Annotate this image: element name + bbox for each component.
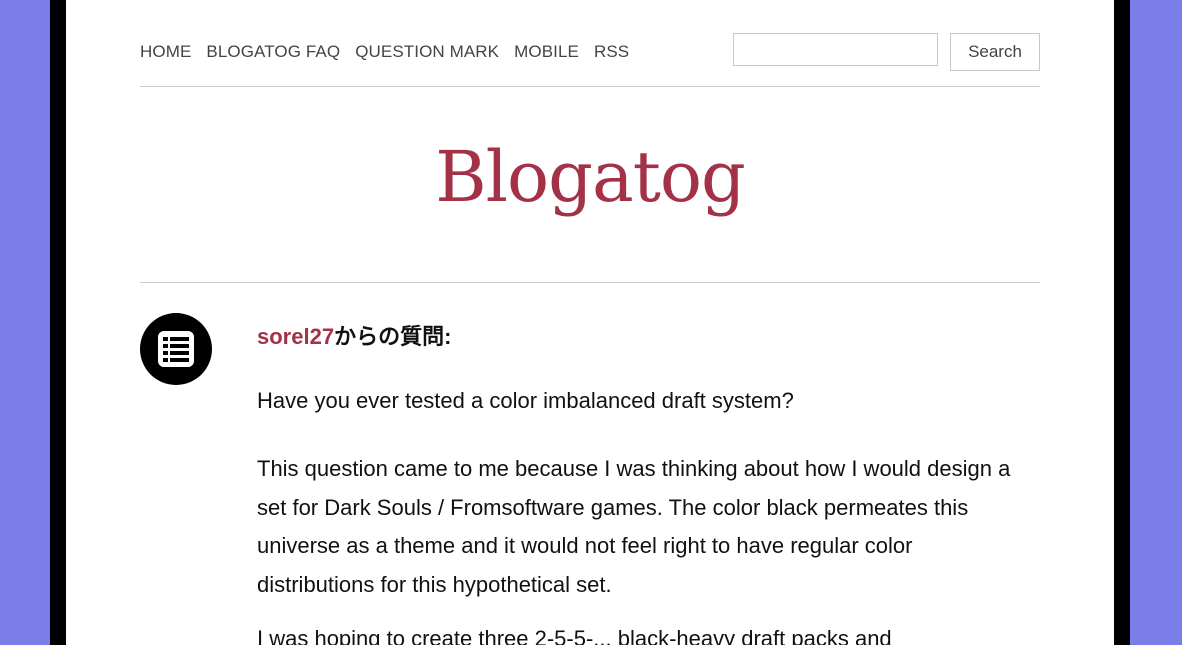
question-paragraph-3: I was hoping to create three 2-5-5-... b… [257,626,892,645]
list-icon [158,331,194,367]
nav-question-mark[interactable]: QUESTION MARK [355,42,499,62]
nav-rss[interactable]: RSS [594,42,629,62]
header-divider [140,86,1040,87]
question-paragraph-1: Have you ever tested a color imbalanced … [257,388,794,413]
title-divider [140,282,1040,283]
nav-home[interactable]: HOME [140,42,191,62]
site-title[interactable]: Blogatog [66,142,1114,212]
asker-line: sorel27からの質問: [257,319,451,351]
nav-blogatog-faq[interactable]: BLOGATOG FAQ [206,42,340,62]
search-button[interactable]: Search [950,33,1040,71]
asker-suffix: からの質問: [334,324,452,349]
page-content: HOME BLOGATOG FAQ QUESTION MARK MOBILE R… [66,0,1114,645]
question-paragraph-2: This question came to me because I was t… [257,456,1011,597]
top-nav: HOME BLOGATOG FAQ QUESTION MARK MOBILE R… [140,42,629,62]
text-post-icon[interactable] [140,313,212,385]
asker-link[interactable]: sorel27 [257,324,334,349]
search-input[interactable] [733,33,938,66]
nav-mobile[interactable]: MOBILE [514,42,579,62]
